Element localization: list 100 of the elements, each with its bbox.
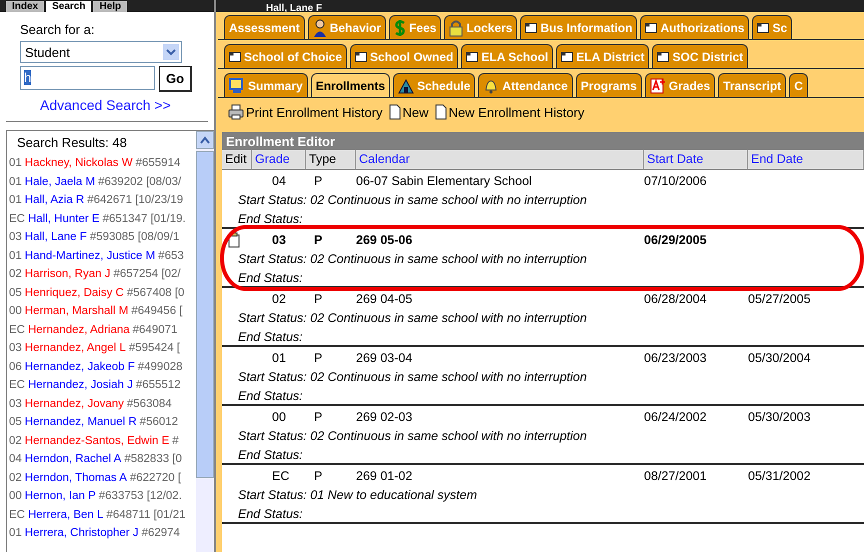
- student-info: #622720 [: [130, 472, 182, 484]
- student-grade: 05: [9, 416, 22, 428]
- student-name-link[interactable]: Herndon, Thomas A: [24, 472, 127, 484]
- student-grade: 01: [9, 194, 22, 206]
- lock-icon: [449, 18, 464, 36]
- student-name-link[interactable]: Herman, Marshall M: [24, 305, 128, 317]
- student-name-link[interactable]: Hernandez-Santos, Edwin E: [24, 434, 170, 446]
- student-name-link[interactable]: Herrera, Ben L: [28, 508, 104, 520]
- student-info: #56012: [140, 416, 178, 428]
- student-grade: 03: [9, 342, 22, 354]
- column-header[interactable]: Start Date: [644, 150, 748, 169]
- end-status: End Status:: [237, 211, 304, 228]
- student-name-link[interactable]: Hernon, Ian P: [24, 490, 96, 502]
- start-status: Start Status: 02 Continuous in same school with no interruption: [237, 251, 588, 268]
- student-info: #649456 [: [131, 305, 182, 317]
- start-date-cell-text: 08/27/2001: [644, 468, 708, 482]
- advanced-search-link[interactable]: Advanced Search >>: [40, 97, 171, 113]
- grade-sheet-icon: [650, 78, 666, 94]
- type-dropdown[interactable]: Student: [20, 41, 182, 63]
- student-grade: 01: [9, 250, 22, 262]
- toolbar-button[interactable]: New: [388, 103, 429, 121]
- student-name-link[interactable]: Herrera, Christopher J: [24, 527, 139, 539]
- end-status: End Status:: [237, 447, 304, 464]
- end-date-cell-text: 05/30/2004: [748, 350, 812, 364]
- monitor-icon: [229, 78, 245, 94]
- student-info: #651347 [01/19.: [102, 212, 186, 224]
- calendar-cell-text: 269 02-03: [356, 410, 414, 424]
- student-name-link[interactable]: Hall, Azia R: [24, 194, 84, 206]
- student-info: #642671 [10/23/19: [87, 194, 184, 206]
- calendar-cell-text: 269 05-06: [356, 232, 414, 246]
- student-info: #655914: [136, 157, 180, 169]
- student-name-link[interactable]: Hernandez, Jovany: [24, 398, 124, 410]
- calendar-cell-text: 269 03-04: [356, 350, 414, 364]
- scroll-up-button[interactable]: [196, 131, 214, 149]
- student-grade: EC: [9, 379, 25, 391]
- student-name-link[interactable]: Hackney, Nickolas W: [24, 157, 133, 169]
- scrollbar[interactable]: [196, 131, 214, 552]
- end-status: End Status:: [237, 270, 304, 287]
- column-header[interactable]: End Date: [748, 150, 864, 169]
- grade-cell-text: 03: [271, 232, 287, 246]
- column-header[interactable]: Grade: [252, 150, 306, 169]
- student-grade: 05: [9, 286, 22, 298]
- toolbar-button[interactable]: New Enrollment History: [434, 103, 584, 121]
- student-info: #633753 [12/02.: [98, 490, 182, 502]
- type-cell-text: P: [313, 292, 324, 306]
- search-field[interactable]: h: [20, 66, 155, 90]
- dollar-icon: [394, 18, 406, 36]
- enrollment-row[interactable]: 02 P 269 04-05 06/28/2004 05/27/2005 Start Status: 02 Continuous in same school with no interruption End Status:: [222, 288, 864, 347]
- start-date-cell-text: 06/23/2003: [644, 350, 708, 364]
- toolbar-button[interactable]: Print Enrollment History: [228, 103, 383, 121]
- grade-cell-text: 04: [271, 174, 287, 188]
- grade-cell-text: 02: [271, 292, 287, 306]
- start-status: Start Status: 02 Continuous in same school with no interruption: [237, 428, 588, 445]
- student-name-link[interactable]: Hernandez, Angel L: [24, 342, 126, 354]
- student-info: #499028: [138, 360, 183, 372]
- student-name-link[interactable]: Herndon, Rachel A: [24, 453, 122, 465]
- end-status: End Status:: [237, 329, 304, 346]
- student-grade: 00: [9, 305, 22, 317]
- grade-cell-text: 00: [271, 410, 287, 424]
- panel-tab[interactable]: Help: [93, 1, 128, 12]
- student-name-link[interactable]: Hernandez, Jakeob F: [24, 360, 135, 372]
- student-grade: 03: [9, 398, 22, 410]
- student-name-link[interactable]: Hall, Lane F: [24, 231, 87, 243]
- student-name-link[interactable]: Hernandez, Adriana: [28, 324, 130, 336]
- student-name-link[interactable]: Hall, Hunter E: [28, 212, 100, 224]
- student-info: #62974: [142, 527, 180, 539]
- panel-tab[interactable]: Index: [6, 1, 44, 12]
- document-icon: [645, 22, 658, 32]
- student-grade: 03: [9, 231, 22, 243]
- student-info: #655512: [136, 379, 181, 391]
- document-icon: [525, 22, 538, 32]
- column-header[interactable]: Calendar: [356, 150, 644, 169]
- tab[interactable]: Enrollments: [310, 73, 390, 97]
- printer-icon: [228, 104, 244, 120]
- scroll-thumb[interactable]: [196, 151, 214, 478]
- enrollment-row[interactable]: 04 P 06-07 Sabin Elementary School 07/10/2006 Start Status: 02 Continuous in same school with no interruption End Status:: [222, 170, 864, 229]
- panel-title: Enrollment Editor: [222, 132, 864, 150]
- start-status: Start Status: 01 New to educational system: [237, 487, 478, 504]
- student-name-link[interactable]: Hand-Martinez, Justice M: [24, 250, 156, 262]
- grade-cell-text: EC: [271, 468, 290, 482]
- start-date-cell-text: 06/29/2005: [644, 232, 708, 246]
- go-button[interactable]: Go: [159, 66, 192, 92]
- enrollment-row[interactable]: 00 P 269 02-03 06/24/2002 05/30/2003 Start Status: 02 Continuous in same school with no interruption End Status:: [222, 406, 864, 465]
- student-name-link[interactable]: Henriquez, Daisy C: [24, 286, 124, 298]
- student-name-link[interactable]: Hernandez, Josiah J: [28, 379, 133, 391]
- enrollment-row[interactable]: EC P 269 01-02 08/27/2001 05/31/2002 Start Status: 01 New to educational system End Status:: [222, 465, 864, 524]
- enrollment-row[interactable]: 01 P 269 03-04 06/23/2003 05/30/2004 Start Status: 02 Continuous in same school with no interruption End Status:: [222, 347, 864, 406]
- student-name-link[interactable]: Harrison, Ryan J: [24, 268, 110, 280]
- student-name-link[interactable]: Hernandez, Manuel R: [24, 416, 137, 428]
- panel-tab[interactable]: Search: [46, 1, 92, 12]
- start-status: Start Status: 02 Continuous in same school with no interruption: [237, 369, 588, 386]
- student-grade: EC: [9, 324, 25, 336]
- document-icon: [229, 52, 241, 62]
- document-icon: [466, 52, 478, 62]
- student-info: #648711 [01/21: [106, 508, 186, 520]
- search-label: Search for a:: [20, 22, 96, 37]
- student-grade: 02: [9, 472, 22, 484]
- student-name-link[interactable]: Hale, Jaela M: [24, 176, 96, 188]
- type-cell-text: P: [313, 468, 324, 482]
- calendar-cell-text: 06-07 Sabin Elementary School: [356, 174, 533, 188]
